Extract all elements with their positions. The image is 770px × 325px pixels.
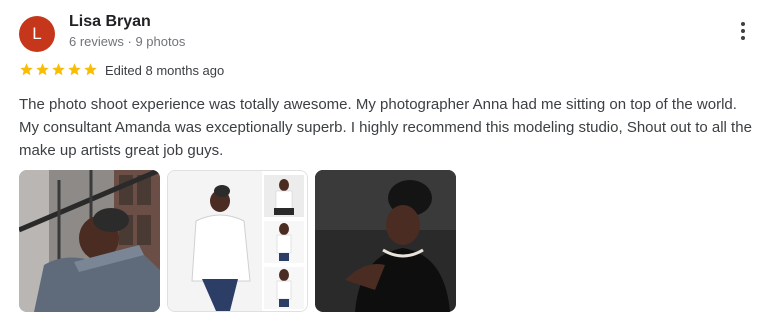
star-rating xyxy=(19,62,99,80)
edited-timestamp: Edited 8 months ago xyxy=(105,63,225,78)
star-icon xyxy=(52,63,65,76)
more-vert-icon xyxy=(741,22,745,26)
photo-2-image xyxy=(168,171,307,311)
reviewer-avatar[interactable]: L xyxy=(19,16,55,52)
photo-3-image xyxy=(315,170,456,312)
star-icon xyxy=(84,63,97,76)
reviewer-name[interactable]: Lisa Bryan xyxy=(69,13,151,31)
star-icon xyxy=(36,63,49,76)
review-photo-2[interactable] xyxy=(167,170,308,312)
review-text: The photo shoot experience was totally a… xyxy=(19,96,752,159)
photo-1-image xyxy=(19,170,160,312)
star-icon xyxy=(68,63,81,76)
more-vert-icon-dot xyxy=(741,36,745,40)
review-photo-1[interactable] xyxy=(19,170,160,312)
star-icon xyxy=(20,63,33,76)
reviewer-meta: 6 reviews · 9 photos xyxy=(69,34,186,49)
more-vert-icon-dot xyxy=(741,29,745,33)
more-options-button[interactable] xyxy=(732,20,754,46)
review-photo-3[interactable] xyxy=(315,170,456,312)
